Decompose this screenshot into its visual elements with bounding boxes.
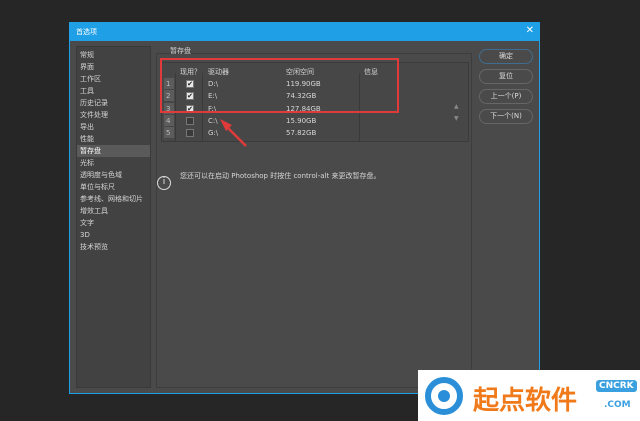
watermark-text: 起点软件 bbox=[473, 386, 578, 416]
watermark-logo: 起点软件 CNCRK .COM bbox=[418, 370, 640, 421]
logo-icon bbox=[425, 377, 463, 415]
annotation-arrow bbox=[220, 119, 247, 147]
watermark-com: .COM bbox=[604, 400, 631, 410]
watermark-site: CNCRK bbox=[596, 380, 637, 392]
